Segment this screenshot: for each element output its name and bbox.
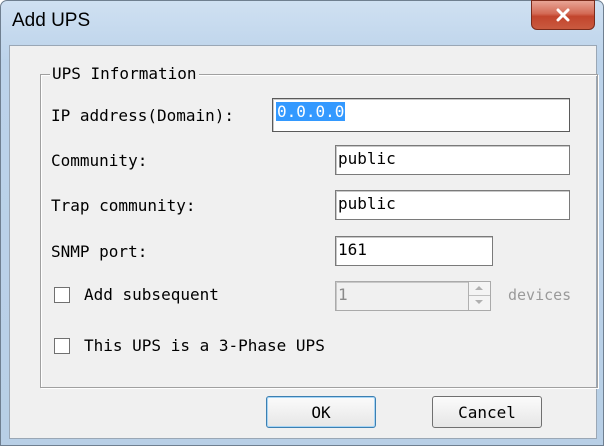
title-bar[interactable]: Add UPS (1, 0, 603, 45)
close-icon (556, 8, 570, 22)
community-field[interactable]: public (335, 145, 570, 175)
community-label: Community: (51, 151, 148, 170)
cancel-button[interactable]: Cancel (432, 396, 542, 428)
close-button[interactable] (531, 0, 595, 30)
ok-button[interactable]: OK (266, 396, 376, 428)
three-phase-label: This UPS is a 3-Phase UPS (84, 336, 325, 355)
group-label: UPS Information (50, 64, 199, 83)
subsequent-count-value: 1 (338, 285, 348, 304)
trap-community-label: Trap community: (51, 196, 196, 215)
chevron-down-icon (475, 300, 483, 304)
subsequent-count-spinner[interactable] (468, 282, 490, 310)
dialog-window: Add UPS UPS Information IP address(Domai… (0, 0, 604, 446)
dialog-client-area: UPS Information IP address(Domain): 0.0.… (9, 45, 598, 439)
spin-up-button[interactable] (469, 282, 490, 296)
trap-community-field[interactable]: public (335, 190, 570, 220)
three-phase-checkbox[interactable] (54, 338, 70, 354)
ip-address-field[interactable]: 0.0.0.0 (272, 98, 570, 132)
add-subsequent-checkbox[interactable] (54, 287, 70, 303)
snmp-port-field[interactable]: 161 (335, 236, 493, 266)
ip-address-label: IP address(Domain): (51, 106, 235, 125)
ip-address-value: 0.0.0.0 (276, 102, 346, 121)
chevron-up-icon (475, 286, 483, 290)
dialog-title: Add UPS (12, 10, 91, 31)
spin-down-button[interactable] (469, 296, 490, 309)
devices-label: devices (508, 286, 572, 304)
snmp-port-label: SNMP port: (51, 242, 148, 261)
add-subsequent-label: Add subsequent (84, 285, 219, 304)
